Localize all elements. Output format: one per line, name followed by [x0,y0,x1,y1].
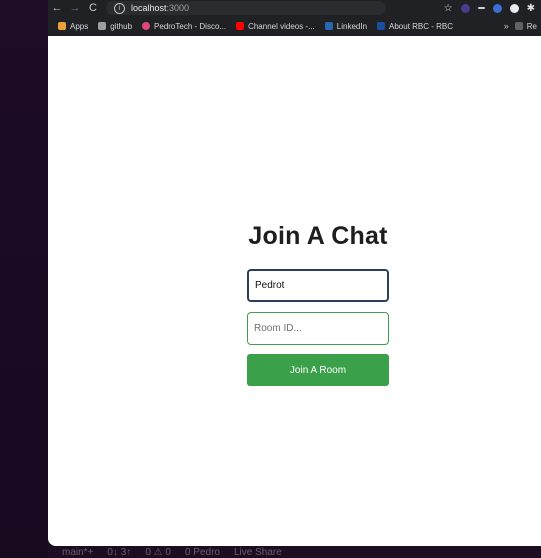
info-icon[interactable]: i [114,2,125,14]
address-bar[interactable]: i localhost:3000 [106,1,386,15]
bookmark-label: PedroTech - Disco... [154,21,227,31]
reading-list-icon [514,22,523,30]
browser-toolbar: ← → C i localhost:3000 ☆ ✱ [48,0,541,16]
url-port: :3000 [166,3,190,13]
bookmark-github[interactable]: github [98,22,132,31]
puzzle-icon[interactable]: ✱ [527,3,535,14]
bookmark-star-icon[interactable]: ☆ [444,3,453,14]
reading-list-label: Re [526,21,537,31]
problems-status[interactable]: 0 ⚠ 0 [145,547,171,558]
bookmark-channel-videos[interactable]: Channel videos -... [236,22,315,31]
user-status[interactable]: 0 Pedro [185,547,220,558]
url-host: localhost [131,3,167,13]
bookmark-label: Apps [70,21,89,31]
extension-white-icon[interactable] [509,3,519,13]
sync-status[interactable]: 0↓ 3↑ [107,547,131,558]
editor-statusbar: main*+ 0↓ 3↑ 0 ⚠ 0 0 Pedro Live Share [48,546,541,558]
discord-icon [142,22,151,30]
live-share-status[interactable]: Live Share [234,547,282,558]
room-id-input[interactable] [247,312,389,345]
linkedin-icon [324,22,333,30]
rbc-icon [377,22,386,30]
editor-side-strip [0,0,48,558]
page-title: Join A Chat [248,222,388,250]
bookmark-linkedin[interactable]: LinkedIn [324,21,368,31]
reading-list[interactable]: Re [514,21,537,31]
bookmark-label: github [110,21,133,31]
bookmark-label: Channel videos -... [248,21,315,31]
bookmark-apps[interactable]: Apps [58,22,88,31]
back-icon[interactable]: ← [48,2,66,14]
bookmark-pedrotech[interactable]: PedroTech - Disco... [142,22,226,31]
bookmark-label: LinkedIn [336,21,368,31]
join-room-button[interactable]: Join A Room [247,354,389,386]
extension-icon[interactable] [460,3,470,13]
folder-icon [98,22,107,30]
branch-status[interactable]: main*+ [62,547,93,558]
extension-blue-icon[interactable] [492,3,502,13]
username-input[interactable] [247,269,389,302]
youtube-icon [236,22,245,30]
page-content: Join A Chat Join A Room [48,36,541,546]
more-bookmarks-icon[interactable]: » [504,21,509,31]
bookmark-rbc[interactable]: About RBC - RBC [377,22,453,31]
bookmarks-bar: Apps github PedroTech - Disco... Channel… [48,16,541,37]
pen-extension-icon[interactable] [477,7,485,9]
browser-window: ← → C i localhost:3000 ☆ ✱ Apps github P… [48,0,541,546]
toolbar-right: ☆ ✱ [444,3,541,14]
bookmark-label: About RBC - RBC [389,21,454,31]
apps-grid-icon [58,22,66,30]
reload-icon[interactable]: C [84,2,102,14]
forward-icon[interactable]: → [66,2,84,14]
